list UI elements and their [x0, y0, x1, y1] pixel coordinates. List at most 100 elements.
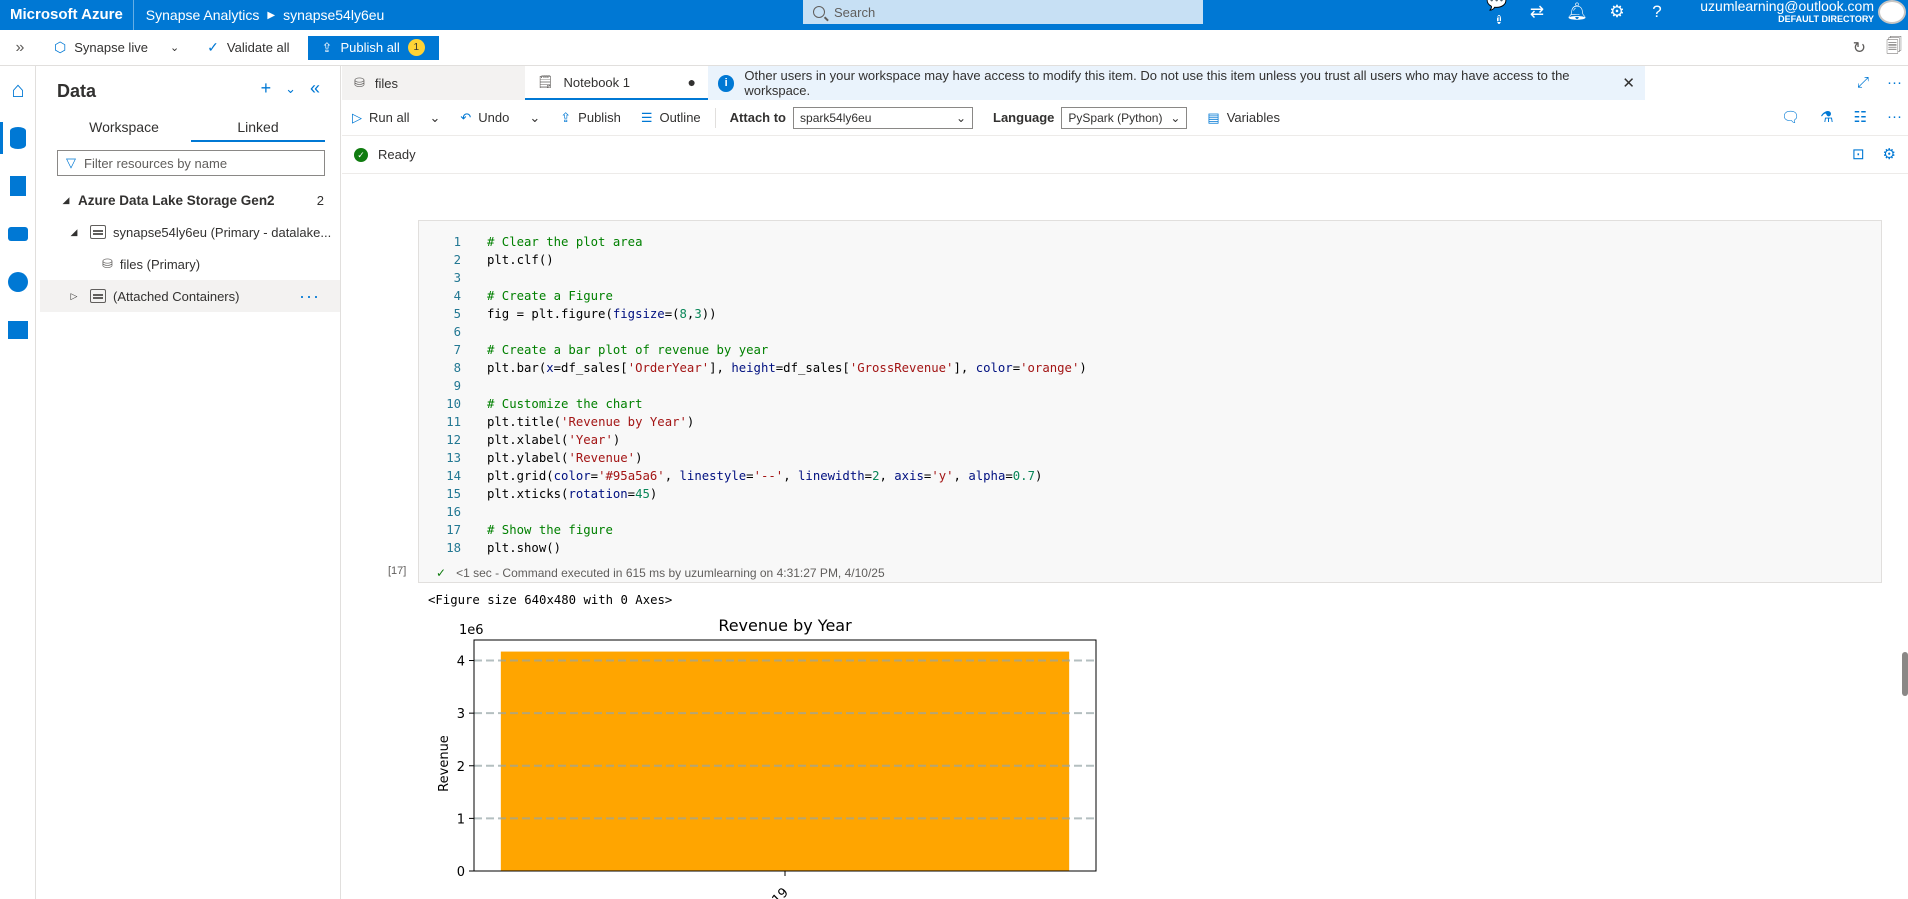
code-cell[interactable]: 1 # Clear the plot area 2 plt.clf() 3 4 # Crea… [418, 220, 1882, 583]
line-number: 11 [446, 415, 461, 429]
run-options-dropdown[interactable]: ⌄ [419, 100, 450, 136]
synapse-live-button[interactable]: ⬡ Synapse live ⌄ [40, 30, 193, 66]
breadcrumb: Synapse Analytics ▶ synapse54ly6eu [134, 7, 385, 23]
avatar[interactable] [1878, 0, 1906, 24]
discard-icon[interactable]: 🗐 [1886, 35, 1902, 62]
nav-home[interactable]: ⌂ [0, 66, 36, 114]
code-line[interactable]: 3 [419, 269, 1087, 287]
shared-access-notice: i Other users in your workspace may have… [708, 66, 1645, 100]
code-line[interactable]: 15 plt.xticks(rotation=45) [419, 485, 1087, 503]
unsaved-indicator[interactable]: ● [688, 74, 696, 90]
breadcrumb-workspace[interactable]: synapse54ly6eu [283, 7, 384, 23]
tree-item-files[interactable]: ⛁ files (Primary) [40, 248, 340, 280]
code-text: fig = plt.figure(figsize=(8,3)) [487, 307, 717, 321]
y-tick-label: 2 [457, 760, 465, 775]
breadcrumb-service[interactable]: Synapse Analytics [146, 7, 260, 23]
code-line[interactable]: 1 # Clear the plot area [419, 233, 1087, 251]
code-editor[interactable]: 1 # Clear the plot area 2 plt.clf() 3 4 # Crea… [419, 233, 1087, 557]
collapse-all-icon[interactable]: ⌄ [285, 78, 296, 100]
code-line[interactable]: 5 fig = plt.figure(figsize=(8,3)) [419, 305, 1087, 323]
more-icon[interactable]: ··· [1887, 74, 1902, 91]
code-line[interactable]: 8 plt.bar(x=df_sales['OrderYear'], height… [419, 359, 1087, 377]
publish-all-label: Publish all [340, 40, 400, 55]
code-line[interactable]: 9 [419, 377, 1087, 395]
bell-icon[interactable]: 🔔︎ [1566, 2, 1588, 22]
notification-badge: 1 [1496, 15, 1502, 24]
publish-all-button[interactable]: ⇪ Publish all 1 [307, 35, 439, 60]
nav-integrate[interactable] [0, 210, 36, 258]
synapse-live-icon: ⬡ [54, 39, 67, 55]
tree-item-label: (Attached Containers) [113, 288, 240, 304]
tab-files[interactable]: ⛁ files [342, 66, 525, 100]
filter-input[interactable]: ▽ Filter resources by name [57, 150, 325, 176]
maximize-icon[interactable]: ⤢ [1857, 74, 1869, 91]
code-line[interactable]: 14 plt.grid(color='#95a5a6', linestyle='-… [419, 467, 1087, 485]
session-settings-icon[interactable]: ⚙ [1883, 145, 1896, 163]
nav-develop[interactable] [0, 162, 36, 210]
attach-to-select[interactable]: spark54ly6eu ⌄ [793, 106, 974, 129]
comments-icon[interactable]: 🗨︎ [1781, 108, 1800, 126]
tab-notebook[interactable]: 🗒︎ Notebook 1 ● [525, 66, 708, 100]
settings-list-icon[interactable]: ☷ [1854, 108, 1867, 126]
code-text: plt.xticks(rotation=45) [487, 487, 658, 501]
more-icon[interactable]: ··· [1887, 108, 1902, 126]
stop-session-icon[interactable]: ⊡ [1852, 145, 1865, 163]
notebook-toolbar: ▷ Run all ⌄ ↶ Undo ⌄ ⇪ Publish ☰ Outline… [342, 100, 1908, 136]
tree-section-adls[interactable]: ◢ Azure Data Lake Storage Gen2 2 [40, 184, 340, 216]
nav-manage[interactable] [0, 306, 36, 354]
run-all-button[interactable]: ▷ Run all [342, 100, 419, 136]
feedback-icon[interactable]: 💬1 [1486, 0, 1508, 32]
help-icon[interactable]: ? [1646, 2, 1668, 22]
code-line[interactable]: 7 # Create a bar plot of revenue by year [419, 341, 1087, 359]
line-number: 12 [446, 433, 461, 447]
code-line[interactable]: 18 plt.show() [419, 539, 1087, 557]
attach-to-group: Attach to spark54ly6eu ⌄ [720, 100, 983, 136]
more-options-icon[interactable]: ··· [299, 286, 320, 307]
vertical-scrollbar[interactable] [1900, 176, 1908, 899]
chevron-down-icon[interactable]: ⌄ [170, 41, 179, 54]
variables-button[interactable]: ▤ Variables [1197, 100, 1290, 136]
line-number: 14 [446, 469, 461, 483]
azure-brand[interactable]: Microsoft Azure [0, 0, 134, 30]
tree-item-attached[interactable]: ▷ (Attached Containers) ··· [40, 280, 340, 312]
code-line[interactable]: 4 # Create a Figure [419, 287, 1087, 305]
refresh-icon[interactable]: ↻ [1853, 38, 1866, 58]
tab-workspace[interactable]: Workspace [57, 112, 191, 142]
panel-actions: + ⌄ « [261, 78, 320, 100]
scrollbar-thumb[interactable] [1902, 652, 1908, 696]
line-number: 2 [453, 253, 461, 267]
code-line[interactable]: 17 # Show the figure [419, 521, 1087, 539]
outline-button[interactable]: ☰ Outline [631, 100, 711, 136]
collapse-panel-icon[interactable]: « [310, 78, 320, 100]
tree-item-storage[interactable]: ◢ synapse54ly6eu (Primary - datalake... [40, 216, 340, 248]
user-account[interactable]: uzumlearning@outlook.com DEFAULT DIRECTO… [1700, 0, 1874, 26]
nav-data[interactable] [0, 114, 36, 162]
language-select[interactable]: PySpark (Python) ⌄ [1061, 106, 1188, 129]
add-icon[interactable]: + [261, 78, 272, 100]
code-line[interactable]: 12 plt.xlabel('Year') [419, 431, 1087, 449]
code-line[interactable]: 6 [419, 323, 1087, 341]
code-line[interactable]: 10 # Customize the chart [419, 395, 1087, 413]
validate-all-button[interactable]: ✓ Validate all [193, 30, 303, 66]
nav-monitor[interactable] [0, 258, 36, 306]
gear-icon[interactable]: ⚙ [1606, 2, 1628, 22]
search-box[interactable]: Search [803, 0, 1203, 24]
code-line[interactable]: 11 plt.title('Revenue by Year') [419, 413, 1087, 431]
close-icon[interactable]: ✕ [1622, 74, 1635, 92]
expand-nav-icon[interactable]: » [0, 39, 40, 57]
validate-all-label: Validate all [226, 40, 290, 55]
code-line[interactable]: 13 plt.ylabel('Revenue') [419, 449, 1087, 467]
publish-button[interactable]: ⇪ Publish [550, 100, 631, 136]
code-text: plt.show() [487, 541, 562, 555]
properties-icon[interactable]: ⚗ [1820, 108, 1833, 126]
code-line[interactable]: 16 [419, 503, 1087, 521]
tree-item-label: files (Primary) [119, 256, 201, 272]
directory-icon[interactable]: ⇄ [1526, 2, 1548, 22]
line-number: 18 [446, 541, 461, 555]
line-number: 13 [446, 451, 461, 465]
top-icons: 💬1 ⇄ 🔔︎ ⚙ ? [1486, 0, 1668, 24]
undo-options-dropdown[interactable]: ⌄ [519, 100, 550, 136]
tab-linked[interactable]: Linked [191, 112, 325, 142]
undo-button[interactable]: ↶ Undo [450, 100, 519, 136]
code-line[interactable]: 2 plt.clf() [419, 251, 1087, 269]
